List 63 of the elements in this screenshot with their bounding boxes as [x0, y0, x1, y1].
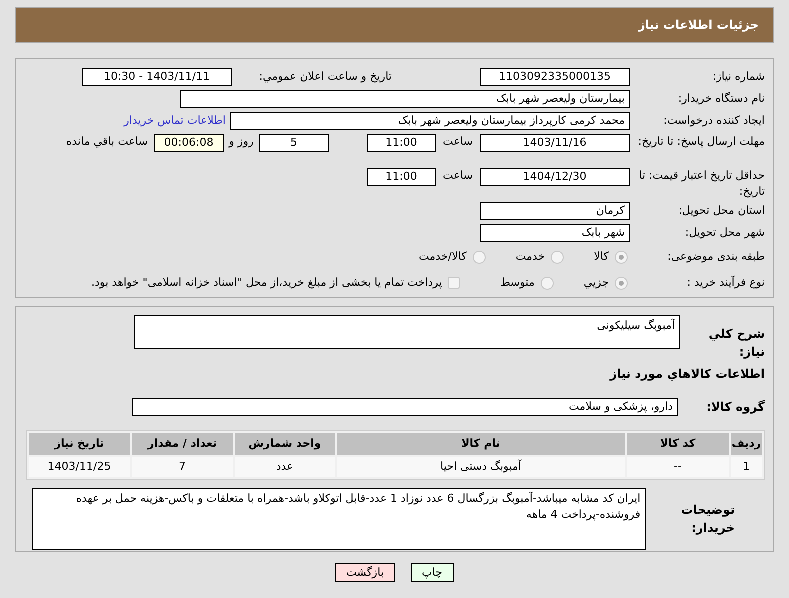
radio-label: جزيي: [584, 274, 609, 291]
field-label: شماره نیاز:: [712, 69, 765, 85]
radio-label: خدمت: [516, 248, 546, 265]
buyer-contact-link[interactable]: اطلاعات تماس خریدار: [124, 112, 226, 130]
column-header: تاریخ نیاز: [29, 432, 130, 454]
field-label: حداقل تاریخ اعتبار قیمت: تا تاریخ:: [638, 168, 765, 200]
text-field[interactable]: 1404/12/30: [480, 168, 630, 186]
field-label: شرح کلي نیاز:: [708, 326, 765, 361]
field-label: استان محل تحویل:: [678, 203, 765, 219]
column-header: نام کالا: [337, 432, 625, 454]
field-label: تاریخ و ساعت اعلان عمومي:: [258, 68, 392, 85]
radio-button[interactable]: [615, 276, 628, 290]
radio-label: کالا/خدمت: [419, 248, 467, 265]
text-field[interactable]: کرمان: [480, 202, 630, 220]
notes-textarea[interactable]: ایران کد مشابه میباشد-آمبوبگ بزرگسال 6 عدد نوزاد 1 عدد-قابل اتوکلاو باشد-همراه با متعلقات و باکس-هزینه حمل بر عهده فروشنده-پرداخت 4 ماهه: [32, 488, 646, 550]
text-field[interactable]: شهر بابک: [480, 224, 630, 242]
field-label: نام دستگاه خریدار:: [677, 91, 765, 107]
radio-label: کالا: [594, 248, 609, 265]
text-field[interactable]: 00:06:08: [154, 134, 224, 152]
time-label: ساعت: [442, 134, 474, 150]
field-label: ایجاد کننده درخواست:: [662, 113, 765, 129]
radio-button[interactable]: [551, 250, 564, 264]
text-field[interactable]: 1403/11/11 - 10:30: [82, 68, 232, 86]
field-label: مهلت ارسال پاسخ: تا تاریخ:: [637, 134, 765, 150]
column-header: واحد شمارش: [235, 432, 335, 454]
checkbox[interactable]: [448, 277, 460, 289]
text-field[interactable]: 1403/11/16: [480, 134, 630, 152]
page-title: جزئیات اطلاعات نیاز: [638, 17, 759, 34]
table-cell: 7: [132, 456, 233, 476]
back-button[interactable]: بازگشت: [335, 563, 396, 582]
checkbox-label: پرداخت تمام یا بخشی از مبلغ خرید،از محل "اسناد خزانه اسلامی" خواهد بود.: [92, 274, 442, 291]
field-label: گروه کالا:: [706, 398, 765, 416]
text-field[interactable]: 1103092335000135: [480, 68, 630, 86]
text-field[interactable]: بیمارستان ولیعصر شهر بابک: [180, 90, 630, 108]
section-heading: اطلاعات کالاهاي مورد نیاز: [610, 367, 765, 381]
text-field[interactable]: محمد کرمی کارپرداز بیمارستان ولیعصر شهر بابک: [230, 112, 630, 130]
column-header: تعداد / مقدار: [132, 432, 233, 454]
field-label: توضیحات خریدار:: [680, 502, 736, 536]
text-field[interactable]: 5: [259, 134, 329, 152]
summary-textarea[interactable]: آمبوبگ سیلیکونی: [134, 315, 680, 349]
table-cell: آمبوبگ دستی احیا: [337, 456, 625, 476]
table-cell: 1403/11/25: [29, 456, 130, 476]
text-field[interactable]: دارو، پزشکی و سلامت: [132, 398, 678, 416]
field-label: طبقه بندی موضوعی:: [666, 249, 765, 265]
summary-text: آمبوبگ سیلیکونی: [597, 319, 675, 332]
table-cell: 1: [731, 456, 762, 476]
notes-text: ایران کد مشابه میباشد-آمبوبگ بزرگسال 6 عدد نوزاد 1 عدد-قابل اتوکلاو باشد-همراه با متعلقات و باکس-هزینه حمل بر عهده فروشنده-پرداخت 4 ماهه: [76, 492, 641, 521]
table-cell: عدد: [235, 456, 335, 476]
radio-button[interactable]: [472, 250, 486, 264]
radio-label: متوسط: [500, 274, 535, 291]
field-label: شهر محل تحویل:: [684, 225, 765, 241]
column-header: کد کالا: [627, 432, 729, 454]
print-button[interactable]: چاپ: [411, 563, 454, 582]
text-field[interactable]: 11:00: [367, 134, 436, 152]
table-cell: --: [627, 456, 729, 476]
column-header: ردیف: [731, 432, 762, 454]
remaining-label: ساعت باقي مانده: [66, 134, 148, 150]
text-field[interactable]: 11:00: [367, 168, 436, 186]
field-label: نوع فرآیند خرید :: [686, 275, 765, 291]
time-label: ساعت: [442, 168, 474, 184]
days-label: روز و: [228, 134, 255, 150]
radio-button[interactable]: [540, 276, 554, 290]
radio-button[interactable]: [615, 250, 628, 264]
